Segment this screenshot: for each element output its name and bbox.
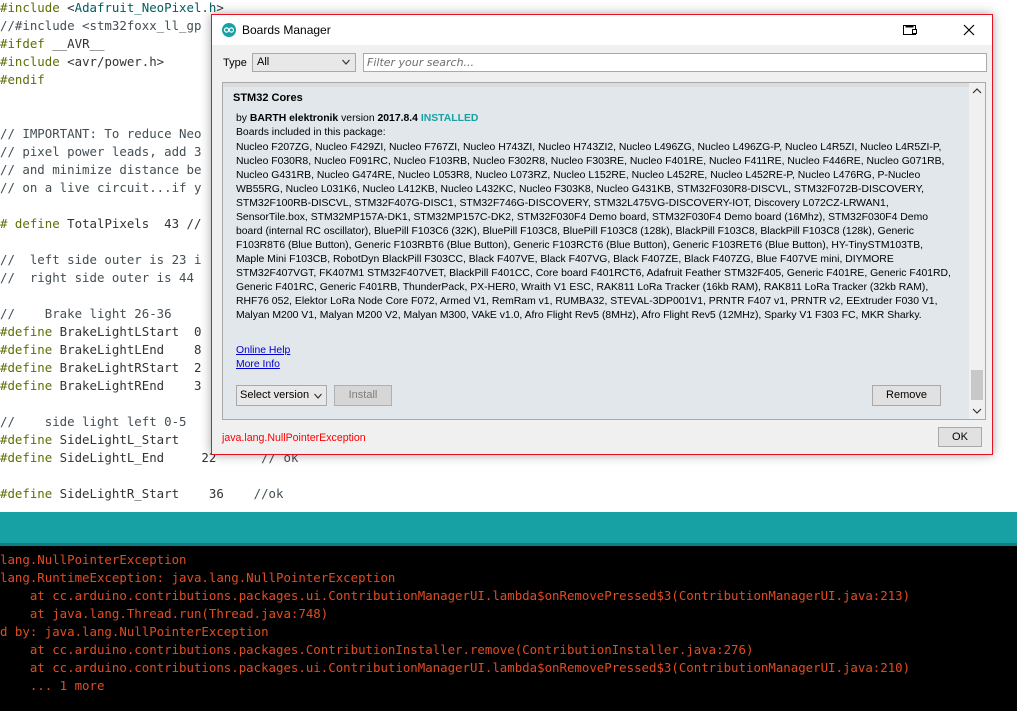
console-line: lang.NullPointerException xyxy=(0,552,187,567)
package-version: 2017.8.4 xyxy=(377,113,418,124)
code-line: #define BrakeLightREnd 3 xyxy=(0,378,202,393)
console-line: at java.lang.Thread.run(Thread.java:748) xyxy=(0,606,329,621)
code-line: // IMPORTANT: To reduce Neo xyxy=(0,126,202,141)
boards-manager-dialog: Boards Manager Type All Filter your sear… xyxy=(211,14,993,455)
code-line: #endif xyxy=(0,72,45,87)
search-placeholder: Filter your search... xyxy=(367,56,475,69)
console-output: lang.NullPointerException lang.RuntimeExc… xyxy=(0,546,1017,711)
code-line: #ifdef __AVR__ xyxy=(0,36,105,51)
scroll-thumb[interactable] xyxy=(971,370,983,400)
console-line: lang.RuntimeException: java.lang.NullPoi… xyxy=(0,570,396,585)
version-dropdown[interactable]: Select version xyxy=(236,385,327,406)
code-line: // side light left 0-5 xyxy=(0,414,187,429)
arduino-logo-icon xyxy=(222,23,236,37)
type-dropdown[interactable]: All xyxy=(252,53,356,72)
code-line: #define SideLightR_Start 36 //ok xyxy=(0,486,284,501)
boards-list[interactable]: STM32 Cores by BARTH elektronik version … xyxy=(222,82,986,420)
dialog-title: Boards Manager xyxy=(242,23,331,37)
code-line: // pixel power leads, add 3 xyxy=(0,144,202,159)
status-bar xyxy=(0,512,1017,546)
search-input[interactable]: Filter your search... xyxy=(363,53,987,72)
chevron-down-icon xyxy=(313,391,323,404)
list-item[interactable]: STM32 Cores by BARTH elektronik version … xyxy=(223,87,969,419)
code-line: # define TotalPixels 43 // xyxy=(0,216,202,231)
package-author-line: by BARTH elektronik version 2017.8.4 INS… xyxy=(236,113,479,124)
console-line: d by: java.lang.NullPointerException xyxy=(0,624,269,639)
code-line: #include <Adafruit_NeoPixel.h> xyxy=(0,0,224,15)
close-icon[interactable] xyxy=(946,15,992,45)
package-name: STM32 Cores xyxy=(233,92,303,104)
code-line: #include <avr/power.h> xyxy=(0,54,165,69)
more-info-link[interactable]: More Info xyxy=(236,359,280,370)
code-line: // left side outer is 23 i xyxy=(0,252,202,267)
boards-included-title: Boards included in this package: xyxy=(236,127,386,138)
install-button[interactable]: Install xyxy=(334,385,392,406)
title-bar[interactable]: Boards Manager xyxy=(212,15,992,45)
console-line: at cc.arduino.contributions.packages.ui.… xyxy=(0,660,911,675)
code-line: // and minimize distance be xyxy=(0,162,202,177)
package-author: BARTH elektronik xyxy=(249,113,339,124)
code-line: #define BrakeLightLEnd 8 xyxy=(0,342,202,357)
code-line: // Brake light 26-36 xyxy=(0,306,172,321)
error-message: java.lang.NullPointerException xyxy=(222,432,366,444)
online-help-link[interactable]: Online Help xyxy=(236,345,290,356)
code-line: // right side outer is 44 xyxy=(0,270,194,285)
installed-badge: INSTALLED xyxy=(420,113,479,124)
code-line: #define BrakeLightLStart 0 xyxy=(0,324,202,339)
boards-included-list: Nucleo F207ZG, Nucleo F429ZI, Nucleo F76… xyxy=(236,142,951,321)
code-line: #define SideLightL_Start xyxy=(0,432,180,447)
code-line: // on a live circuit...if y xyxy=(0,180,202,195)
console-line: at cc.arduino.contributions.packages.Con… xyxy=(0,642,754,657)
ok-button[interactable]: OK xyxy=(938,427,982,447)
remove-button[interactable]: Remove xyxy=(872,385,941,406)
type-label: Type xyxy=(223,57,247,69)
code-line: //#include <stm32foxx_ll_gp xyxy=(0,18,202,33)
type-value: All xyxy=(257,56,270,68)
chevron-down-icon xyxy=(341,57,351,70)
version-select-label: Select version xyxy=(240,389,310,401)
code-line: #define BrakeLightRStart 2 xyxy=(0,360,202,375)
scroll-down-arrow-icon[interactable] xyxy=(969,403,985,419)
console-line: ... 1 more xyxy=(0,678,105,693)
vertical-scrollbar[interactable] xyxy=(969,83,985,419)
restore-window-icon[interactable] xyxy=(888,15,934,45)
scroll-up-arrow-icon[interactable] xyxy=(969,83,985,99)
console-line: at cc.arduino.contributions.packages.ui.… xyxy=(0,588,911,603)
